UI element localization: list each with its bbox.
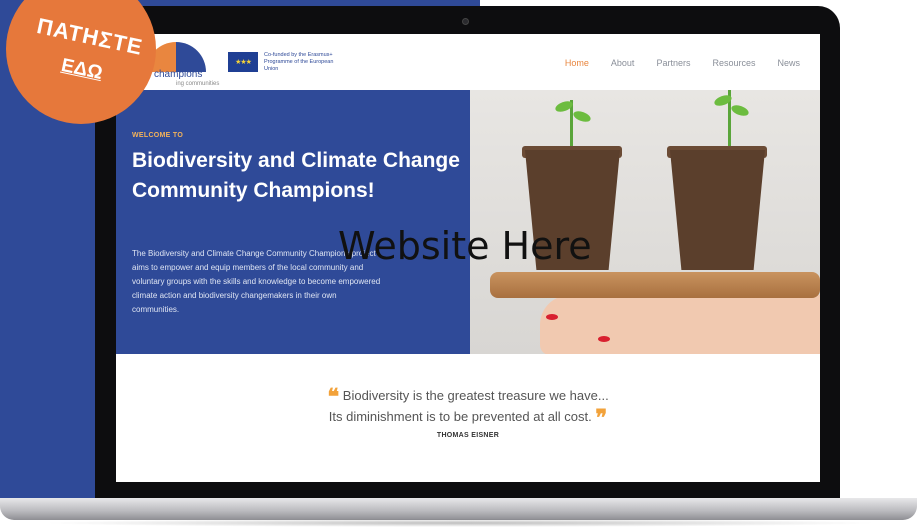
hero-eyebrow: WELCOME TO bbox=[132, 132, 184, 139]
site-header: champions ing communities ★★★ Co-funded … bbox=[116, 34, 820, 90]
laptop-base bbox=[0, 498, 917, 520]
badge-text-top: ΠΑΤΗΣΤΕ bbox=[34, 13, 146, 60]
leaf-icon bbox=[730, 103, 750, 118]
nav-news[interactable]: News bbox=[777, 58, 800, 68]
logo-text: champions bbox=[154, 69, 203, 80]
quote-line-1: ❝ Biodiversity is the greatest treasure … bbox=[116, 384, 820, 409]
nav-partners[interactable]: Partners bbox=[656, 58, 690, 68]
quote-section: ❝ Biodiversity is the greatest treasure … bbox=[116, 384, 820, 440]
nav-home[interactable]: Home bbox=[565, 58, 589, 68]
laptop-shadow bbox=[40, 519, 880, 527]
close-quote-icon: ❞ bbox=[595, 405, 608, 430]
logo-subtitle: ing communities bbox=[176, 81, 220, 87]
nav-resources[interactable]: Resources bbox=[712, 58, 755, 68]
plant-pot bbox=[670, 150, 765, 270]
page: champions ing communities ★★★ Co-funded … bbox=[0, 0, 917, 530]
nav-about[interactable]: About bbox=[611, 58, 635, 68]
camera-icon bbox=[462, 18, 469, 25]
eu-funding-text: Co-funded by the Erasmus+ Programme of t… bbox=[264, 52, 334, 72]
badge-text-bottom: ΕΔΩ bbox=[59, 54, 105, 85]
quote-text-2: Its diminishment is to be prevented at a… bbox=[328, 409, 592, 424]
quote-line-2: Its diminishment is to be prevented at a… bbox=[116, 405, 820, 430]
leaf-icon bbox=[572, 109, 592, 124]
hand-image bbox=[540, 295, 820, 354]
hero-image bbox=[470, 90, 820, 354]
quote-author: THOMAS EISNER bbox=[436, 432, 500, 439]
eu-flag-icon: ★★★ bbox=[228, 52, 258, 72]
hero-title: Biodiversity and Climate Change Communit… bbox=[132, 149, 460, 202]
hero-text-panel: WELCOME TO Biodiversity and Climate Chan… bbox=[116, 90, 470, 354]
quote-text-1: Biodiversity is the greatest treasure we… bbox=[342, 388, 609, 403]
nail-decoration bbox=[546, 314, 558, 320]
overlay-text: Website Here bbox=[338, 224, 592, 268]
hero-section: WELCOME TO Biodiversity and Climate Chan… bbox=[116, 90, 820, 354]
wooden-board bbox=[490, 272, 820, 298]
nail-decoration bbox=[598, 336, 610, 342]
open-quote-icon: ❝ bbox=[327, 384, 340, 409]
main-nav: Home About Partners Resources News bbox=[565, 58, 800, 68]
